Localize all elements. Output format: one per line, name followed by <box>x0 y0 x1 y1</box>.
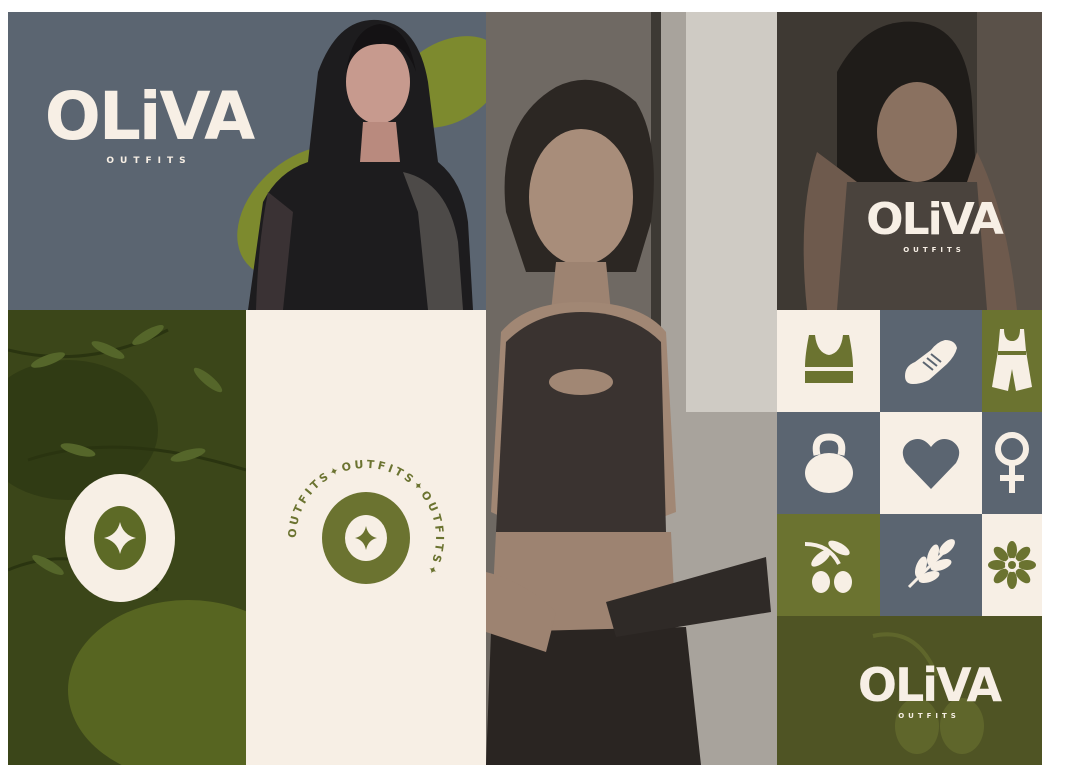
o-star-mark <box>65 474 175 602</box>
icon-cell <box>777 412 880 514</box>
icon-cell <box>777 310 880 412</box>
heart-icon <box>902 439 960 489</box>
icon-cell <box>982 514 1042 616</box>
female-symbol-icon <box>995 432 1029 493</box>
logo-lockup-hero: OLiVA OUTFITS <box>44 78 255 167</box>
icon-cell <box>880 310 982 412</box>
brand-wordmark: OLiVA <box>857 658 1002 712</box>
athlete-photo <box>486 12 777 765</box>
sneaker-icon <box>905 340 957 384</box>
icon-cell <box>982 310 1042 412</box>
brand-tagline: OUTFITS <box>898 712 960 720</box>
training-photo <box>777 12 1042 310</box>
icon-grid <box>777 310 1042 616</box>
badge-panel: OUTFITS✦OUTFITS✦OUTFITS✦ <box>246 310 486 765</box>
training-photo-panel: OLiVA OUTFITS <box>777 12 1042 310</box>
brand-tagline: OUTFITS <box>106 156 192 166</box>
olive-foliage-panel <box>8 310 246 765</box>
flower-icon <box>988 541 1036 589</box>
icon-cell <box>777 514 880 616</box>
icon-cell <box>982 412 1042 514</box>
olive-branch-icon <box>804 540 852 593</box>
hero-panel: OLiVA OUTFITS <box>8 12 486 310</box>
brand-tagline: OUTFITS <box>903 246 965 254</box>
romper-icon <box>992 329 1032 391</box>
brand-wordmark: OLiVA <box>866 194 1004 245</box>
athlete-photo-panel <box>486 12 777 765</box>
logo-lockup-footer: OLiVA OUTFITS <box>849 662 1009 720</box>
circular-badge: OUTFITS✦OUTFITS✦OUTFITS✦ <box>286 458 443 584</box>
brand-wordmark: OLiVA <box>44 78 255 155</box>
icon-cell <box>880 412 982 514</box>
logo-lockup-photo: OLiVA OUTFITS <box>859 194 1009 255</box>
icon-cell <box>880 514 982 616</box>
kettlebell-icon <box>804 433 853 493</box>
leaf-sprig-icon <box>907 539 955 589</box>
sports-bra-icon <box>804 335 853 383</box>
olive-logo-panel: OLiVA OUTFITS <box>777 616 1042 765</box>
